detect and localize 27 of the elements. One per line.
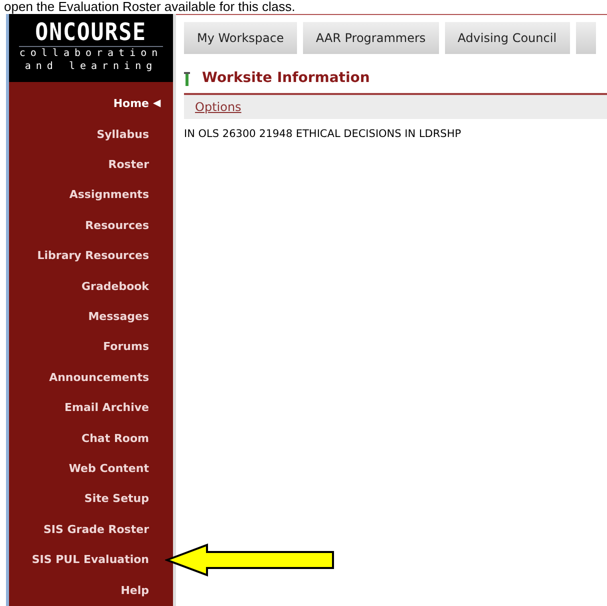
site-tab[interactable]: AAR Programmers	[302, 22, 439, 54]
logo: ONCOURSE collaboration and learning	[9, 14, 173, 82]
instruction-text: open the Evaluation Roster available for this class.	[3, 0, 296, 14]
site-tab[interactable]: Advising Council	[444, 22, 570, 54]
sidebar-link[interactable]: Syllabus	[96, 120, 149, 150]
sidebar-link[interactable]: Forums	[103, 332, 149, 363]
sidebar-link[interactable]: Help	[120, 576, 149, 606]
sidebar-link[interactable]: Gradebook	[81, 272, 149, 302]
sidebar-link[interactable]: SIS PUL Evaluation	[32, 545, 149, 576]
panel-title: Worksite Information	[202, 69, 370, 88]
options-link[interactable]: Options	[195, 98, 242, 116]
pin-icon	[184, 72, 190, 86]
sidebar-link[interactable]: Web Content	[68, 454, 149, 484]
sidebar-link[interactable]: Site Setup	[84, 484, 149, 515]
sidebar-link[interactable]: Resources	[85, 210, 149, 242]
sidebar-link[interactable]: Announcements	[49, 362, 149, 394]
site-description: IN OLS 26300 21948 ETHICAL DECISIONS IN LDRSHP	[184, 127, 462, 142]
site-tab[interactable]: My Workspace	[184, 22, 297, 54]
sidebar-link[interactable]: Email Archive	[64, 393, 149, 424]
current-marker-icon: ◀	[153, 89, 161, 120]
sidebar-link[interactable]: Assignments	[69, 180, 149, 211]
sidebar-link[interactable]: Roster	[108, 150, 149, 180]
sidebar-link[interactable]: SIS Grade Roster	[43, 514, 149, 546]
site-tab[interactable]	[576, 22, 596, 54]
sidebar-link[interactable]: Chat Room	[82, 424, 149, 454]
sidebar-link[interactable]: Library Resources	[37, 241, 149, 272]
sidebar-link[interactable]: Messages	[88, 302, 149, 332]
